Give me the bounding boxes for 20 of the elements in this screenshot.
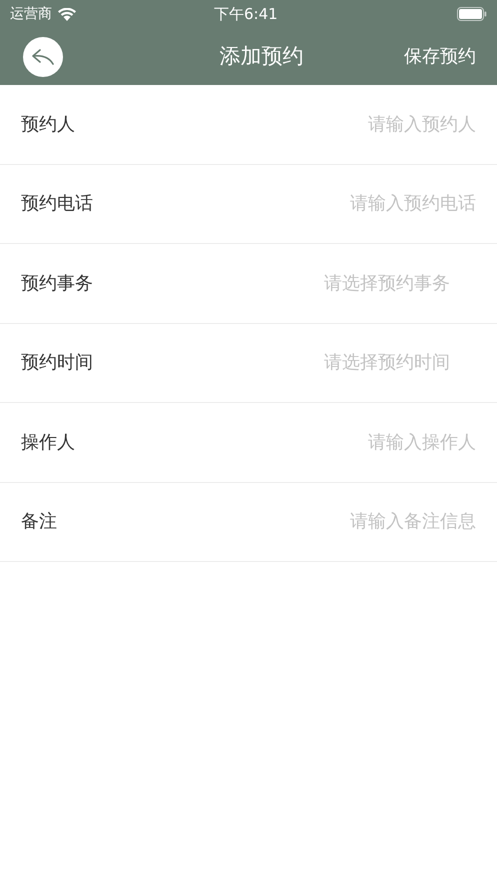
field-label: 预约人 xyxy=(21,112,75,137)
carrier-label: 运营商 xyxy=(10,4,52,24)
select-field[interactable]: 请选择预约时间 xyxy=(93,349,450,376)
field-label: 备注 xyxy=(21,510,57,534)
select-field[interactable]: 请选择预约事务 xyxy=(93,270,450,297)
save-button[interactable]: 保存预约 xyxy=(404,43,476,70)
input-field[interactable]: 请输入预约人 xyxy=(75,110,476,138)
battery-icon xyxy=(457,7,487,21)
input-field[interactable]: 请输入备注信息 xyxy=(57,508,476,536)
reply-arrow-icon xyxy=(32,48,54,64)
field-label: 预约事务 xyxy=(21,272,93,296)
status-time: 下午6:41 xyxy=(214,4,278,25)
field-label: 预约电话 xyxy=(21,192,93,216)
field-label: 预约时间 xyxy=(21,351,93,376)
input-field[interactable]: 请输入预约电话 xyxy=(93,190,476,218)
field-label: 操作人 xyxy=(21,430,75,455)
wifi-icon xyxy=(58,8,76,20)
page-title: 添加预约 xyxy=(220,42,304,70)
back-button[interactable] xyxy=(23,36,63,76)
input-field[interactable]: 请输入操作人 xyxy=(75,428,476,456)
